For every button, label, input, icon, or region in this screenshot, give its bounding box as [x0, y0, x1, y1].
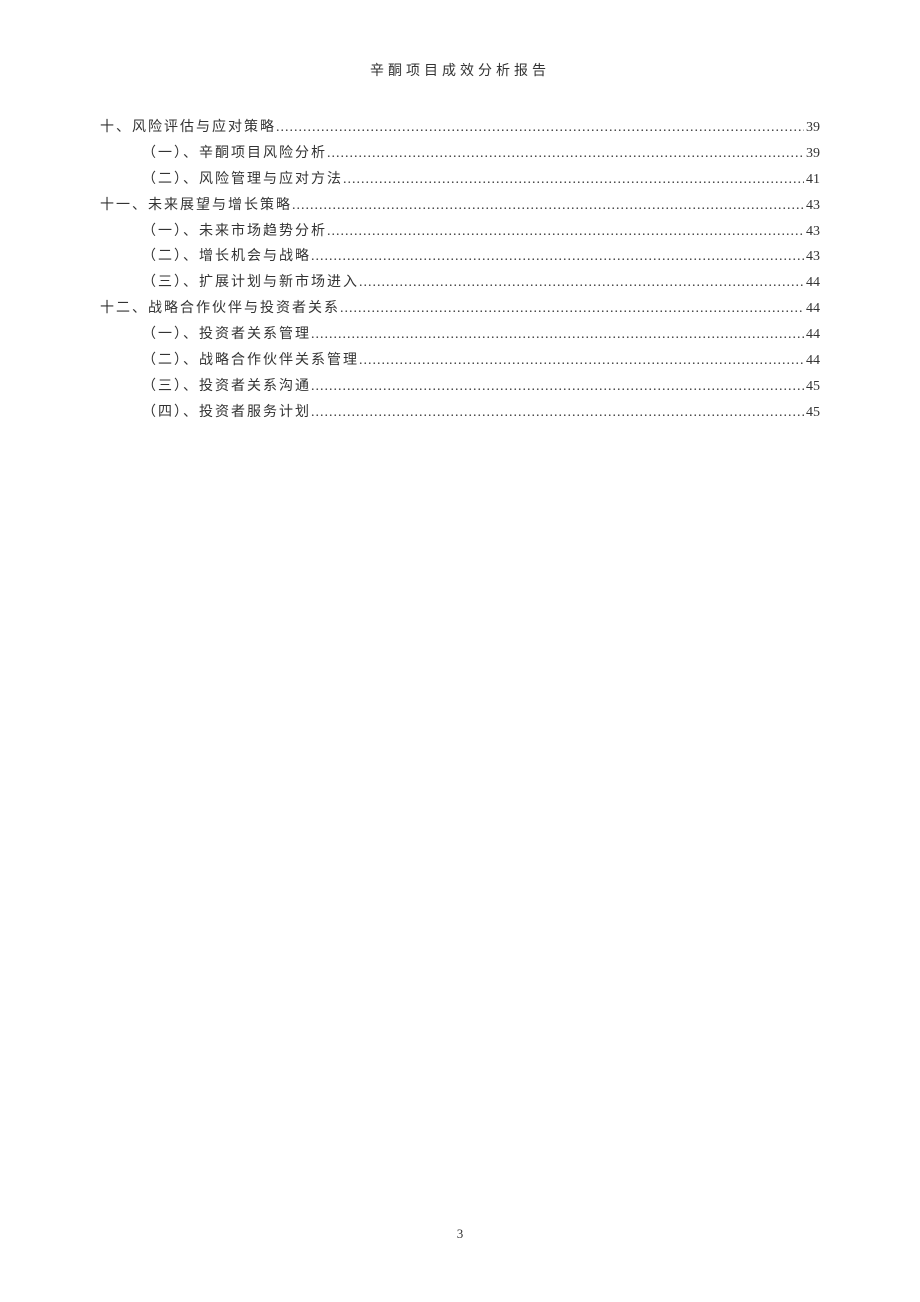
toc-entry-page: 45 — [806, 400, 820, 426]
toc-entry-page: 44 — [806, 322, 820, 348]
toc-entry: （二）、增长机会与战略 43 — [142, 244, 820, 270]
toc-leader-dots — [311, 322, 804, 348]
toc-entry-label: （三）、投资者关系沟通 — [142, 374, 311, 400]
toc-entry-page: 41 — [806, 167, 820, 193]
toc-entry-page: 39 — [806, 115, 820, 141]
toc-entry-label: （三）、扩展计划与新市场进入 — [142, 270, 359, 296]
toc-entry: （四）、投资者服务计划 45 — [142, 400, 820, 426]
toc-entry-page: 43 — [806, 219, 820, 245]
toc-entry-label: （一）、未来市场趋势分析 — [142, 219, 327, 245]
toc-entry: 十二、战略合作伙伴与投资者关系 44 — [100, 296, 820, 322]
toc-entry: （二）、战略合作伙伴关系管理 44 — [142, 348, 820, 374]
toc-entry-label: （二）、战略合作伙伴关系管理 — [142, 348, 359, 374]
toc-leader-dots — [292, 193, 804, 219]
toc-entry: 十、风险评估与应对策略 39 — [100, 115, 820, 141]
toc-leader-dots — [311, 374, 804, 400]
toc-leader-dots — [359, 270, 804, 296]
page-number: 3 — [457, 1226, 464, 1242]
toc-entry-label: （二）、风险管理与应对方法 — [142, 167, 343, 193]
toc-entry: （三）、扩展计划与新市场进入 44 — [142, 270, 820, 296]
toc-entry-label: 十、风险评估与应对策略 — [100, 115, 276, 141]
toc-leader-dots — [311, 400, 804, 426]
page-header-title: 辛酮项目成效分析报告 — [100, 60, 820, 80]
toc-entry-label: （一）、投资者关系管理 — [142, 322, 311, 348]
toc-entry-page: 44 — [806, 296, 820, 322]
toc-entry-label: 十一、未来展望与增长策略 — [100, 193, 292, 219]
toc-leader-dots — [359, 348, 804, 374]
toc-entry: （一）、辛酮项目风险分析 39 — [142, 141, 820, 167]
toc-entry-page: 43 — [806, 244, 820, 270]
document-page: 辛酮项目成效分析报告 十、风险评估与应对策略39（一）、辛酮项目风险分析39（二… — [0, 0, 920, 1302]
toc-entry-label: （二）、增长机会与战略 — [142, 244, 311, 270]
toc-leader-dots — [276, 115, 804, 141]
toc-entry-label: 十二、战略合作伙伴与投资者关系 — [100, 296, 340, 322]
toc-entry-label: （四）、投资者服务计划 — [142, 400, 311, 426]
toc-entry: 十一、未来展望与增长策略 43 — [100, 193, 820, 219]
toc-entry-page: 44 — [806, 270, 820, 296]
toc-entry: （三）、投资者关系沟通 45 — [142, 374, 820, 400]
toc-leader-dots — [311, 244, 804, 270]
toc-leader-dots — [343, 167, 804, 193]
toc-entry-label: （一）、辛酮项目风险分析 — [142, 141, 327, 167]
toc-entry: （二）、风险管理与应对方法 41 — [142, 167, 820, 193]
toc-leader-dots — [327, 219, 804, 245]
toc-leader-dots — [340, 296, 804, 322]
toc-entry-page: 39 — [806, 141, 820, 167]
toc-entry-page: 45 — [806, 374, 820, 400]
table-of-contents: 十、风险评估与应对策略39（一）、辛酮项目风险分析39（二）、风险管理与应对方法… — [100, 115, 820, 426]
toc-entry-page: 44 — [806, 348, 820, 374]
toc-entry-page: 43 — [806, 193, 820, 219]
toc-leader-dots — [327, 141, 804, 167]
toc-entry: （一）、投资者关系管理 44 — [142, 322, 820, 348]
toc-entry: （一）、未来市场趋势分析 43 — [142, 219, 820, 245]
